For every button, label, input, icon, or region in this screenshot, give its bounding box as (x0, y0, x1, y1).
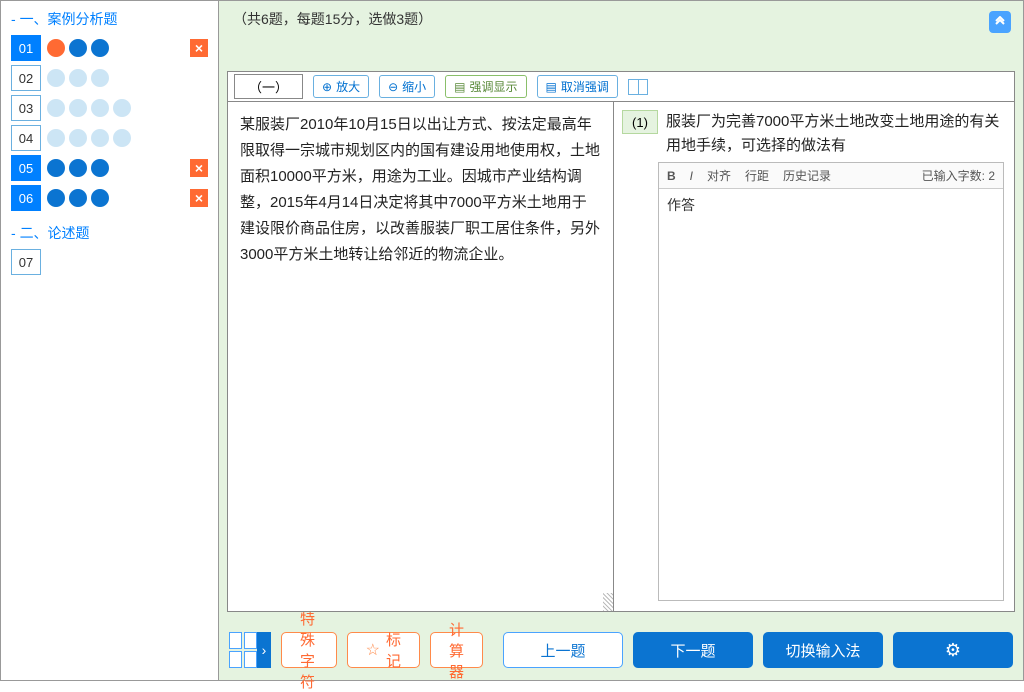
editor-wrap: B I 对齐 行距 历史记录 已输入字数: 2 作答 (658, 162, 1004, 601)
grid-nav-button[interactable]: › (229, 632, 271, 668)
dot-filled[interactable] (91, 189, 109, 207)
question-row[interactable]: 05 × (11, 155, 208, 181)
question-number[interactable]: 07 (11, 249, 41, 275)
calculator-button[interactable]: 计算器 (430, 632, 483, 668)
subquestion-number: (1) (622, 110, 658, 134)
dot-empty[interactable] (69, 129, 87, 147)
main-area: （共6题，每题15分，选做3题） （一） ⊕放大 ⊖缩小 ▤强调显示 ▤取消强调… (219, 1, 1023, 680)
dot-filled[interactable] (69, 159, 87, 177)
question-row[interactable]: 07 (11, 249, 208, 275)
dot-empty[interactable] (113, 99, 131, 117)
section-title-2: 二、论述题 (11, 223, 208, 243)
subquestion-dots (47, 69, 109, 87)
layout-toggle[interactable] (628, 79, 648, 95)
dot-empty[interactable] (91, 129, 109, 147)
resize-handle[interactable] (603, 593, 613, 611)
mark-button[interactable]: ☆标记 (347, 632, 420, 668)
subquestion-dots (47, 189, 109, 207)
dot-empty[interactable] (91, 99, 109, 117)
passage-tab[interactable]: （一） (234, 74, 303, 99)
editor-toolbar: B I 对齐 行距 历史记录 已输入字数: 2 (659, 163, 1003, 189)
chevron-right-icon: › (257, 632, 271, 668)
special-chars-button[interactable]: 特殊字符 (281, 632, 337, 668)
dot-empty[interactable] (113, 129, 131, 147)
history-button[interactable]: 历史记录 (783, 167, 831, 184)
subquestion-dots (47, 99, 131, 117)
subquestion-dots (47, 159, 109, 177)
question-list-1: 01 × 02 03 04 05 × 06 × (11, 35, 208, 211)
answer-editor[interactable]: 作答 (659, 189, 1003, 600)
question-row[interactable]: 03 (11, 95, 208, 121)
question-row[interactable]: 04 (11, 125, 208, 151)
remove-button[interactable]: × (190, 39, 208, 57)
question-number[interactable]: 04 (11, 125, 41, 151)
instructions-text: （共6题，每题15分，选做3题） (233, 11, 432, 27)
bottom-bar: › 特殊字符 ☆标记 计算器 上一题 下一题 切换输入法 ⚙ (219, 620, 1023, 680)
subquestion-text: 服装厂为完善7000平方米土地改变土地用途的有关用地手续，可选择的做法有 (666, 110, 1004, 158)
dot-filled[interactable] (47, 189, 65, 207)
dot-empty[interactable] (47, 99, 65, 117)
question-row[interactable]: 01 × (11, 35, 208, 61)
char-count: 已输入字数: 2 (922, 167, 995, 184)
dot-empty[interactable] (91, 69, 109, 87)
dot-filled[interactable] (47, 159, 65, 177)
italic-button[interactable]: I (690, 169, 693, 183)
plus-icon: ⊕ (322, 80, 332, 94)
align-button[interactable]: 对齐 (707, 167, 731, 184)
subquestion-dots (47, 39, 109, 57)
settings-button[interactable]: ⚙ (893, 632, 1013, 668)
question-number[interactable]: 05 (11, 155, 41, 181)
star-icon: ☆ (366, 640, 380, 660)
question-number[interactable]: 01 (11, 35, 41, 61)
topbar: （共6题，每题15分，选做3题） (219, 1, 1023, 71)
dot-red[interactable] (47, 39, 65, 57)
linespacing-button[interactable]: 行距 (745, 167, 769, 184)
minus-icon: ⊖ (388, 80, 398, 94)
content-toolbar: （一） ⊕放大 ⊖缩小 ▤强调显示 ▤取消强调 (228, 72, 1014, 102)
chevron-up-icon (994, 16, 1006, 28)
unhighlight-icon: ▤ (546, 80, 557, 94)
dot-empty[interactable] (47, 129, 65, 147)
passage-text: 某服装厂2010年10月15日以出让方式、按法定最高年限取得一宗城市规划区内的国… (240, 116, 600, 263)
question-number[interactable]: 03 (11, 95, 41, 121)
unhighlight-button[interactable]: ▤取消强调 (537, 75, 618, 98)
subquestion-row: (1) 服装厂为完善7000平方米土地改变土地用途的有关用地手续，可选择的做法有 (614, 102, 1014, 162)
question-row[interactable]: 02 (11, 65, 208, 91)
question-sidebar: 一、案例分析题 01 × 02 03 04 05 × 06 × 二、论述题 07 (1, 1, 219, 680)
dot-empty[interactable] (69, 99, 87, 117)
remove-button[interactable]: × (190, 159, 208, 177)
section-title-1: 一、案例分析题 (11, 9, 208, 29)
ime-button[interactable]: 切换输入法 (763, 632, 883, 668)
collapse-button[interactable] (989, 11, 1011, 33)
bold-button[interactable]: B (667, 169, 676, 183)
prev-button[interactable]: 上一题 (503, 632, 623, 668)
remove-button[interactable]: × (190, 189, 208, 207)
dot-filled[interactable] (91, 39, 109, 57)
question-row[interactable]: 06 × (11, 185, 208, 211)
highlight-button[interactable]: ▤强调显示 (445, 75, 526, 98)
dot-filled[interactable] (69, 189, 87, 207)
gear-icon: ⚙ (945, 640, 961, 661)
content-panel: （一） ⊕放大 ⊖缩小 ▤强调显示 ▤取消强调 某服装厂2010年10月15日以… (227, 71, 1015, 612)
dot-empty[interactable] (47, 69, 65, 87)
answer-pane: (1) 服装厂为完善7000平方米土地改变土地用途的有关用地手续，可选择的做法有… (614, 102, 1014, 611)
question-number[interactable]: 02 (11, 65, 41, 91)
dot-filled[interactable] (69, 39, 87, 57)
subquestion-dots (47, 129, 131, 147)
zoom-in-button[interactable]: ⊕放大 (313, 75, 369, 98)
dot-empty[interactable] (69, 69, 87, 87)
question-list-2: 07 (11, 249, 208, 275)
passage-pane: 某服装厂2010年10月15日以出让方式、按法定最高年限取得一宗城市规划区内的国… (228, 102, 614, 611)
split-panes: 某服装厂2010年10月15日以出让方式、按法定最高年限取得一宗城市规划区内的国… (228, 102, 1014, 611)
dot-filled[interactable] (91, 159, 109, 177)
next-button[interactable]: 下一题 (633, 632, 753, 668)
zoom-out-button[interactable]: ⊖缩小 (379, 75, 435, 98)
question-number[interactable]: 06 (11, 185, 41, 211)
highlight-icon: ▤ (454, 80, 465, 94)
